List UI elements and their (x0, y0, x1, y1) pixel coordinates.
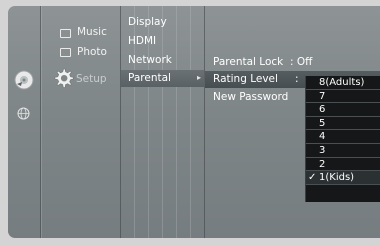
dropdown-option[interactable]: 8(Adults) (306, 76, 380, 90)
dropdown-option[interactable]: 4 (306, 130, 380, 144)
checkmark-icon: ✓ (308, 172, 317, 184)
option-rating-level-colon: : (295, 73, 299, 85)
dropdown-option[interactable]: 2 (306, 158, 380, 172)
gear-icon (52, 67, 75, 90)
globe-icon[interactable] (17, 107, 30, 120)
disc-icon[interactable] (14, 70, 34, 90)
column-divider (120, 6, 121, 238)
column-divider (176, 6, 177, 238)
arrow-right-icon: ▸ (197, 73, 202, 82)
column-divider (41, 6, 42, 238)
menu-item-display[interactable]: Display (128, 16, 167, 28)
dropdown-option-selected[interactable]: ✓ 1(Kids) (306, 171, 380, 185)
rating-level-dropdown[interactable]: 8(Adults) 7 6 5 4 3 2 ✓ 1(Kids) (305, 76, 380, 202)
option-new-password[interactable]: New Password (213, 91, 288, 103)
option-rating-level[interactable]: Rating Level (213, 73, 278, 85)
column-divider (162, 6, 163, 238)
dropdown-option[interactable]: 6 (306, 103, 380, 117)
dropdown-option[interactable]: 7 (306, 90, 380, 104)
menu-item-setup[interactable]: Setup (76, 73, 107, 85)
menu-item-hdmi[interactable]: HDMI (128, 35, 156, 47)
dropdown-option[interactable]: 5 (306, 117, 380, 131)
dropdown-option[interactable]: 3 (306, 144, 380, 158)
menu-item-parental[interactable]: Parental ▸ (121, 70, 204, 87)
menu-item-parental-label: Parental (128, 72, 171, 84)
option-parental-lock[interactable]: Parental Lock (213, 56, 283, 68)
column-divider (204, 6, 205, 238)
photo-icon (60, 48, 71, 57)
column-divider (190, 6, 191, 238)
menu-item-music[interactable]: Music (77, 26, 107, 38)
option-parental-lock-value: : Off (290, 56, 313, 68)
menu-item-photo[interactable]: Photo (77, 46, 107, 58)
menu-item-network[interactable]: Network (128, 54, 172, 66)
music-icon (60, 29, 71, 38)
setup-screen: Music Photo Setup Display HDMI Network P… (8, 6, 380, 238)
